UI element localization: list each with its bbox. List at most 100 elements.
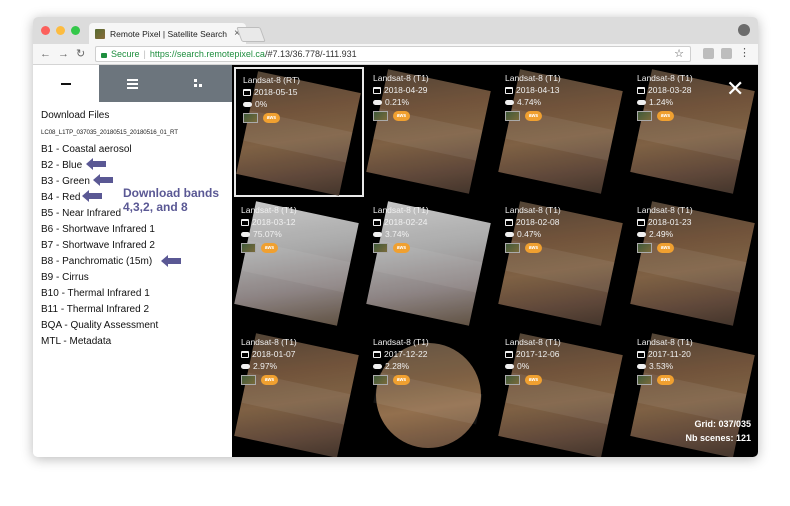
url-path: /#7.13/36.778/-111.931	[264, 49, 357, 59]
scene-date: 2017-11-20	[648, 349, 691, 359]
scene-cloud-cover: 4.74%	[517, 97, 542, 107]
cloud-icon	[505, 363, 514, 369]
scene-cloud-row: 75.07%	[241, 228, 297, 240]
reload-icon[interactable]: ↻	[76, 47, 85, 61]
calendar-icon	[505, 350, 513, 358]
band-link[interactable]: B7 - Shortwave Infrared 2	[41, 240, 155, 251]
scene-card[interactable]: Landsat-8 (T1) 2018-04-29 0.21% aws	[366, 67, 496, 197]
scene-card[interactable]: Landsat-8 (T1) 2018-03-12 75.07% aws	[234, 199, 364, 329]
band-link[interactable]: B5 - Near Infrared	[41, 208, 121, 219]
forward-icon[interactable]: →	[58, 47, 69, 61]
aws-icon[interactable]: aws	[657, 243, 674, 253]
bookmark-star-icon[interactable]: ☆	[674, 47, 684, 61]
aws-icon[interactable]: aws	[393, 243, 410, 253]
scene-date: 2018-01-07	[252, 349, 296, 359]
scene-date-row: 2017-12-06	[505, 348, 561, 360]
browser-menu-icon[interactable]: ⋮	[739, 46, 750, 59]
scene-card[interactable]: Landsat-8 (T1) 2018-02-24 3.74% aws	[366, 199, 496, 329]
new-tab-button[interactable]	[236, 27, 266, 42]
landsat-icon[interactable]	[373, 375, 388, 385]
landsat-icon[interactable]	[373, 111, 388, 121]
scene-info: Landsat-8 (T1) 2017-12-06 0% aws	[505, 336, 561, 385]
band-link[interactable]: B8 - Panchromatic (15m)	[41, 256, 152, 267]
landsat-icon[interactable]	[505, 111, 520, 121]
aws-icon[interactable]: aws	[261, 243, 278, 253]
scene-cloud-row: 3.53%	[637, 360, 693, 372]
scene-date-row: 2017-12-22	[373, 348, 429, 360]
scene-date: 2018-02-08	[516, 217, 560, 227]
nb-scenes-label: Nb scenes: 121	[685, 433, 751, 443]
scene-card[interactable]: Landsat-8 (T1) 2017-12-06 0% aws	[498, 331, 628, 457]
annotation-text: Download bands 4,3,2, and 8	[123, 186, 219, 214]
band-link[interactable]: B4 - Red	[41, 192, 80, 203]
tab-grid[interactable]	[165, 65, 232, 102]
browser-tab[interactable]: Remote Pixel | Satellite Search ×	[89, 23, 246, 44]
scene-date: 2018-05-15	[254, 87, 298, 97]
scene-date: 2017-12-06	[516, 349, 560, 359]
extension-icon[interactable]	[703, 48, 714, 59]
arrow-icon	[82, 190, 102, 202]
scene-card[interactable]: Landsat-8 (T1) 2018-04-13 4.74% aws	[498, 67, 628, 197]
aws-icon[interactable]: aws	[263, 113, 280, 123]
aws-icon[interactable]: aws	[525, 111, 542, 121]
aws-icon[interactable]: aws	[393, 111, 410, 121]
aws-icon[interactable]: aws	[525, 243, 542, 253]
band-link[interactable]: B1 - Coastal aerosol	[41, 144, 132, 155]
cloud-icon	[241, 231, 250, 237]
scene-info: Landsat-8 (T1) 2018-02-08 0.47% aws	[505, 204, 561, 253]
close-icon[interactable]: ✕	[726, 78, 744, 100]
scene-date-row: 2018-02-24	[373, 216, 429, 228]
extension-icon[interactable]	[721, 48, 732, 59]
landsat-icon[interactable]	[241, 243, 256, 253]
calendar-icon	[373, 218, 381, 226]
band-link[interactable]: B10 - Thermal Infrared 1	[41, 288, 150, 299]
close-window-button[interactable]	[41, 26, 50, 35]
scene-badges: aws	[243, 113, 300, 123]
scene-card[interactable]: Landsat-8 (T1) 2018-01-07 2.97% aws	[234, 331, 364, 457]
scene-cloud-cover: 2.97%	[253, 361, 278, 371]
band-link[interactable]: MTL - Metadata	[41, 336, 111, 347]
scene-card[interactable]: Landsat-8 (T1) 2018-02-08 0.47% aws	[498, 199, 628, 329]
landsat-icon[interactable]	[637, 111, 652, 121]
scene-card[interactable]: Landsat-8 (RT) 2018-05-15 0% aws	[234, 67, 364, 197]
back-icon[interactable]: ←	[40, 47, 51, 61]
band-link[interactable]: BQA - Quality Assessment	[41, 320, 158, 331]
scene-info: Landsat-8 (T1) 2018-01-07 2.97% aws	[241, 336, 297, 385]
scene-card[interactable]: Landsat-8 (T1) 2018-01-23 2.49% aws	[630, 199, 758, 329]
zoom-window-button[interactable]	[71, 26, 80, 35]
aws-icon[interactable]: aws	[657, 375, 674, 385]
tab-download[interactable]	[33, 65, 100, 102]
aws-icon[interactable]: aws	[393, 375, 410, 385]
calendar-icon	[637, 86, 645, 94]
landsat-icon[interactable]	[243, 113, 258, 123]
aws-icon[interactable]: aws	[525, 375, 542, 385]
scene-cloud-cover: 0.47%	[517, 229, 542, 239]
band-link[interactable]: B3 - Green	[41, 176, 90, 187]
band-link[interactable]: B2 - Blue	[41, 160, 82, 171]
band-link[interactable]: B6 - Shortwave Infrared 1	[41, 224, 155, 235]
scene-sensor: Landsat-8 (T1)	[373, 73, 429, 83]
aws-icon[interactable]: aws	[657, 111, 674, 121]
scene-cloud-row: 2.28%	[373, 360, 429, 372]
landsat-icon[interactable]	[505, 243, 520, 253]
list-icon	[126, 78, 138, 89]
scene-date-row: 2018-04-29	[373, 84, 429, 96]
scene-date: 2018-02-24	[384, 217, 428, 227]
tab-list[interactable]	[99, 65, 166, 102]
aws-icon[interactable]: aws	[261, 375, 278, 385]
scene-card[interactable]: Landsat-8 (T1) 2017-12-22 2.28% aws	[366, 331, 496, 457]
profile-icon[interactable]	[738, 24, 750, 36]
minimize-window-button[interactable]	[56, 26, 65, 35]
landsat-icon[interactable]	[637, 243, 652, 253]
address-bar[interactable]: Secure | https:// search.remotepixel.ca …	[95, 46, 691, 62]
landsat-icon[interactable]	[373, 243, 388, 253]
tab-title: Remote Pixel | Satellite Search	[110, 28, 228, 39]
cloud-icon	[505, 231, 514, 237]
landsat-icon[interactable]	[241, 375, 256, 385]
landsat-icon[interactable]	[505, 375, 520, 385]
arrow-icon	[93, 174, 113, 186]
scene-badges: aws	[241, 375, 297, 385]
landsat-icon[interactable]	[637, 375, 652, 385]
band-link[interactable]: B9 - Cirrus	[41, 272, 89, 283]
band-link[interactable]: B11 - Thermal Infrared 2	[41, 304, 149, 315]
